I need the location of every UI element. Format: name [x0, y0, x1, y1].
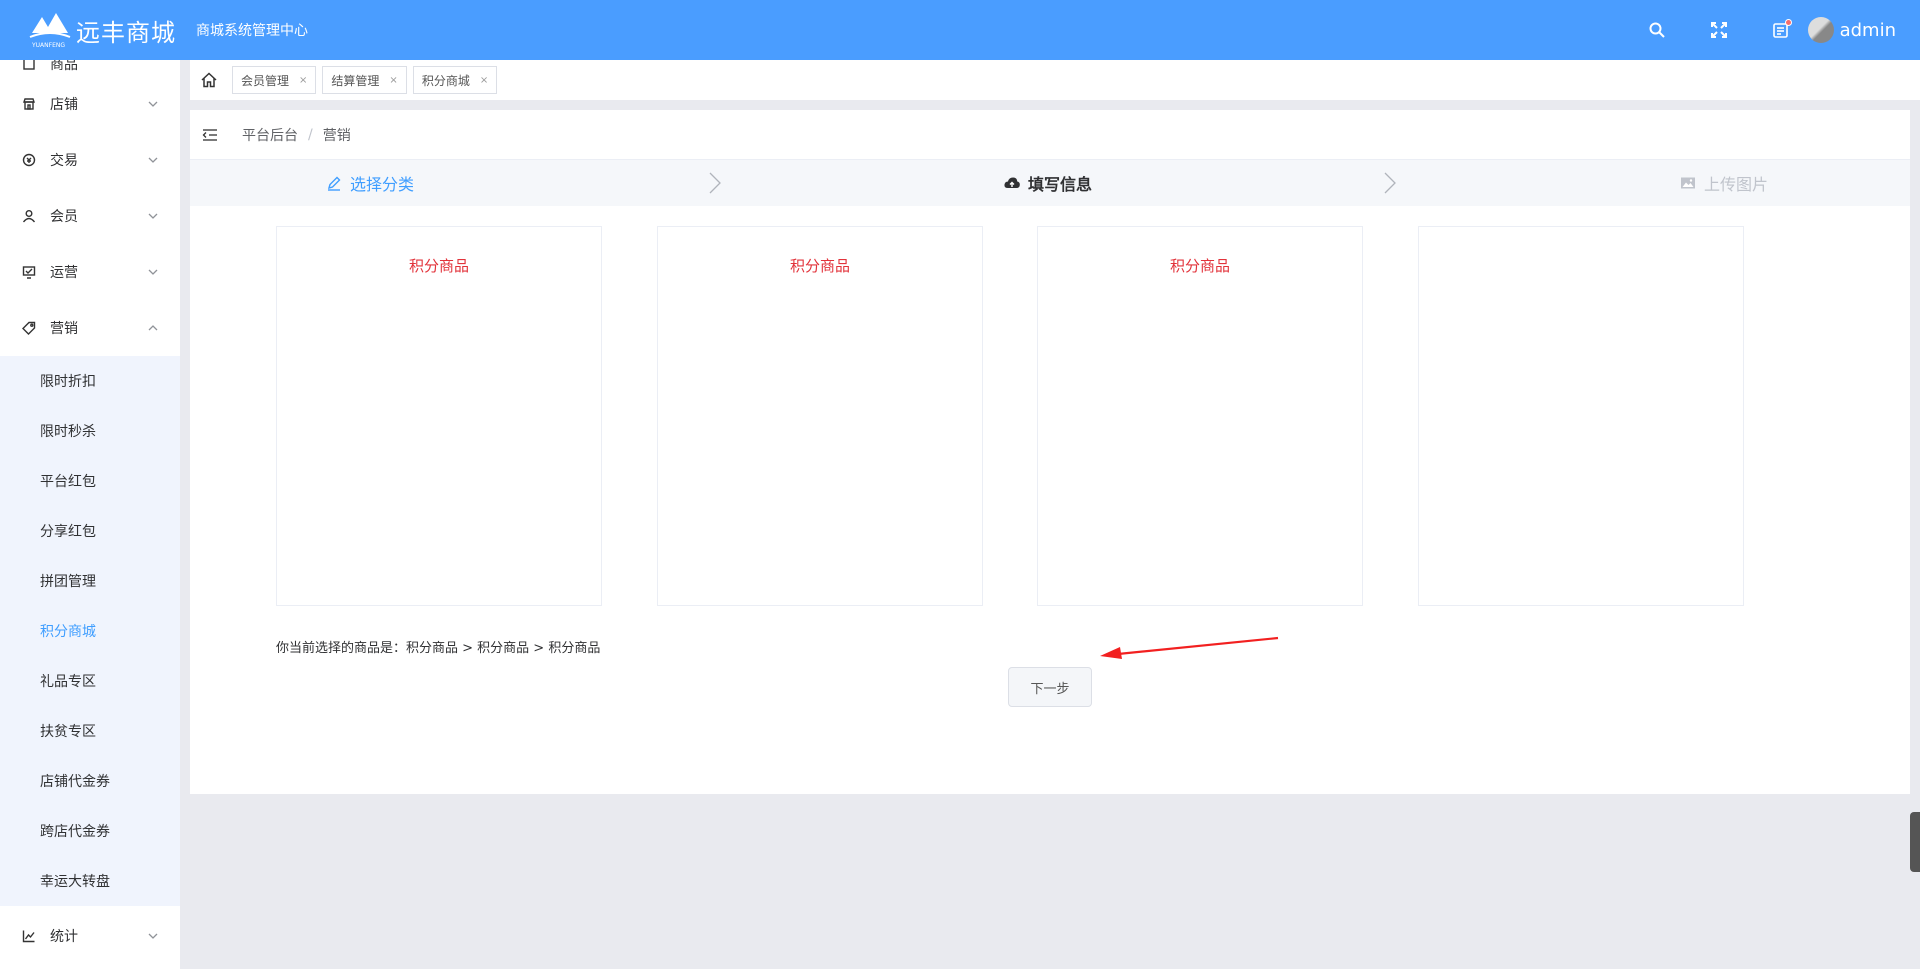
menu-fold-icon[interactable] [202, 127, 218, 143]
tab-label: 积分商城 [421, 73, 470, 88]
username[interactable]: admin [1840, 20, 1896, 41]
category-item[interactable]: 积分商品 [658, 255, 982, 276]
avatar[interactable] [1807, 17, 1834, 43]
shop-icon [22, 97, 36, 111]
chevron-down-icon [148, 269, 158, 275]
notification-dot [1784, 19, 1792, 26]
submenu-item[interactable]: 限时折扣 [0, 356, 180, 406]
breadcrumb: 平台后台 / 营销 [190, 110, 1910, 160]
fullscreen-icon[interactable] [1708, 19, 1730, 41]
submenu-item[interactable]: 礼品专区 [0, 656, 180, 706]
close-icon[interactable]: × [299, 75, 307, 86]
top-actions: admin [1646, 0, 1920, 60]
sidebar-item-statistics[interactable]: 统计 [0, 906, 180, 966]
logo-sub-text: YUANFENG [31, 42, 65, 49]
home-icon[interactable] [198, 69, 220, 91]
sidebar-item-label: 会员 [50, 209, 78, 225]
cloud-upload-icon [1004, 177, 1020, 188]
tag-icon [22, 321, 36, 335]
breadcrumb-item[interactable]: 平台后台 [242, 125, 298, 145]
image-icon [1681, 177, 1695, 189]
tab-member-management[interactable]: 会员管理 × [232, 66, 317, 94]
category-item[interactable]: 积分商品 [277, 255, 601, 276]
logo[interactable]: YUANFENG 远丰商城 [28, 11, 176, 49]
top-bar: YUANFENG 远丰商城 商城系统管理中心 admin [0, 0, 1920, 60]
trade-icon [22, 153, 36, 167]
close-icon[interactable]: × [480, 75, 488, 86]
sidebar-item-label: 店铺 [50, 97, 78, 113]
submenu-item-active[interactable]: 积分商城 [0, 606, 180, 656]
tab-settlement-management[interactable]: 结算管理 × [322, 66, 407, 94]
category-column-4[interactable] [1418, 226, 1744, 606]
tab-label: 结算管理 [331, 73, 380, 88]
sidebar-item-trade[interactable]: 交易 [0, 132, 180, 188]
category-column-1[interactable]: 积分商品 [276, 226, 602, 606]
close-icon[interactable]: × [389, 75, 397, 86]
tab-label: 会员管理 [241, 73, 290, 88]
chevron-down-icon [148, 933, 158, 939]
category-column-3[interactable]: 积分商品 [1037, 226, 1363, 606]
step-label: 上传图片 [1704, 175, 1769, 194]
step-chevron-icon [709, 172, 721, 194]
selected-category-text: 你当前选择的商品是：积分商品 > 积分商品 > 积分商品 [276, 641, 601, 656]
logo-text: 远丰商城 [76, 18, 176, 47]
category-selection-panel: 积分商品 积分商品 积分商品 你当前选择的商品是：积分商品 > 积分商品 > 积… [190, 206, 1910, 794]
submenu-item[interactable]: 平台红包 [0, 456, 180, 506]
step-select-category[interactable]: 选择分类 [326, 160, 414, 206]
user-icon [22, 209, 36, 223]
step-fill-info[interactable]: 填写信息 [1004, 160, 1092, 206]
sidebar-item-label: 交易 [50, 153, 78, 169]
sidebar-item-label: 统计 [50, 929, 78, 945]
submenu-item[interactable]: 限时秒杀 [0, 406, 180, 456]
message-icon[interactable] [1770, 19, 1792, 41]
chevron-down-icon [148, 101, 158, 107]
next-step-button[interactable]: 下一步 [1008, 667, 1092, 707]
chevron-down-icon [148, 213, 158, 219]
sidebar-item-member[interactable]: 会员 [0, 188, 180, 244]
sidebar-item-marketing[interactable]: 营销 [0, 300, 180, 356]
category-column-2[interactable]: 积分商品 [657, 226, 983, 606]
submenu-item[interactable]: 拼团管理 [0, 556, 180, 606]
category-item[interactable]: 积分商品 [1038, 255, 1362, 276]
goods-icon [22, 60, 36, 71]
annotation-arrow-icon [1100, 636, 1279, 659]
sidebar-item-operation[interactable]: 运营 [0, 244, 180, 300]
submenu-item[interactable]: 跨店代金券 [0, 806, 180, 856]
search-icon[interactable] [1646, 19, 1668, 41]
logo-mark-icon: YUANFENG [28, 11, 72, 49]
tab-points-mall[interactable]: 积分商城 × [412, 66, 498, 94]
sidebar-item-label: 运营 [50, 265, 78, 281]
step-chevron-icon [1384, 172, 1396, 194]
system-subtitle: 商城系统管理中心 [196, 23, 308, 39]
sidebar-item-label: 营销 [50, 321, 78, 337]
step-label: 选择分类 [350, 175, 415, 194]
edit-icon [327, 176, 341, 191]
submenu-item[interactable]: 分享红包 [0, 506, 180, 556]
sidebar-item-goods[interactable]: 商品 [0, 60, 180, 76]
breadcrumb-item: 营销 [322, 127, 351, 144]
chevron-down-icon [148, 157, 158, 163]
breadcrumb-separator: / [308, 126, 313, 143]
sidebar-item-label: 商品 [50, 60, 78, 73]
operation-icon [22, 265, 36, 279]
chart-icon [22, 929, 36, 943]
submenu-item[interactable]: 扶贫专区 [0, 706, 180, 756]
sidebar: 商品 店铺 交易 会员 运营 营销 限时折扣 限时秒杀 平台红包 分享红包 拼团… [0, 60, 180, 969]
step-label: 填写信息 [1028, 175, 1093, 194]
side-handle[interactable] [1910, 812, 1920, 872]
steps-bar: 选择分类 填写信息 上传图片 [190, 160, 1910, 206]
tabs-bar: 会员管理 × 结算管理 × 积分商城 × [190, 60, 1920, 100]
chevron-up-icon [148, 325, 158, 331]
submenu-item[interactable]: 店铺代金券 [0, 756, 180, 806]
sidebar-item-shop[interactable]: 店铺 [0, 76, 180, 132]
submenu-item[interactable]: 幸运大转盘 [0, 856, 180, 906]
marketing-submenu: 限时折扣 限时秒杀 平台红包 分享红包 拼团管理 积分商城 礼品专区 扶贫专区 … [0, 356, 180, 906]
step-upload-image[interactable]: 上传图片 [1680, 160, 1768, 206]
